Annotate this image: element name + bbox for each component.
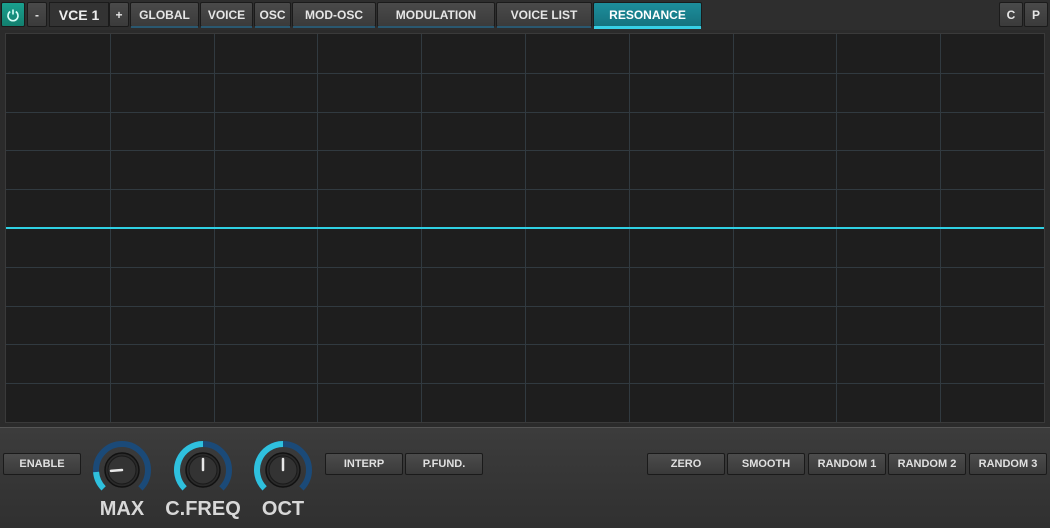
pfund-button[interactable]: P.FUND. (405, 453, 483, 475)
power-icon (7, 9, 19, 22)
copy-button[interactable]: C (999, 2, 1023, 27)
interp-button[interactable]: INTERP (325, 453, 403, 475)
tab-resonance[interactable]: RESONANCE (593, 2, 702, 29)
voice-prev-button[interactable]: - (27, 2, 47, 27)
top-bar: - VCE 1 + GLOBAL VOICE OSC MOD-OSC MODUL… (0, 0, 1050, 30)
enable-button[interactable]: ENABLE (3, 453, 81, 475)
tab-modulation[interactable]: MODULATION (377, 2, 495, 28)
knob-value-arc (93, 471, 106, 491)
oct-knob-label: OCT (261, 498, 305, 520)
zero-button[interactable]: ZERO (647, 453, 725, 475)
resonance-graph-canvas[interactable] (6, 34, 1044, 422)
oct-knob[interactable] (253, 440, 313, 500)
knob-indicator (109, 468, 124, 473)
resonance-controls-panel: ENABLE MAX C.FREQ OCT INTERP P.FUND. ZER… (0, 427, 1050, 528)
voice-next-button[interactable]: + (109, 2, 129, 27)
power-button[interactable] (1, 2, 25, 27)
tab-voice-list[interactable]: VOICE LIST (496, 2, 592, 28)
cfreq-knob-group: C.FREQ (165, 440, 241, 528)
tab-global[interactable]: GLOBAL (130, 2, 199, 28)
max-knob-group: MAX (90, 440, 154, 528)
random1-button[interactable]: RANDOM 1 (808, 453, 886, 475)
max-knob[interactable] (92, 440, 152, 500)
random2-button[interactable]: RANDOM 2 (888, 453, 966, 475)
cfreq-knob[interactable] (173, 440, 233, 500)
random3-button[interactable]: RANDOM 3 (969, 453, 1047, 475)
tab-osc[interactable]: OSC (254, 2, 291, 28)
tab-voice[interactable]: VOICE (200, 2, 253, 28)
smooth-button[interactable]: SMOOTH (727, 453, 805, 475)
voice-label: VCE 1 (49, 2, 109, 27)
oct-knob-group: OCT (251, 440, 315, 528)
tab-mod-osc[interactable]: MOD-OSC (292, 2, 376, 28)
resonance-graph[interactable] (5, 33, 1045, 423)
paste-button[interactable]: P (1024, 2, 1048, 27)
